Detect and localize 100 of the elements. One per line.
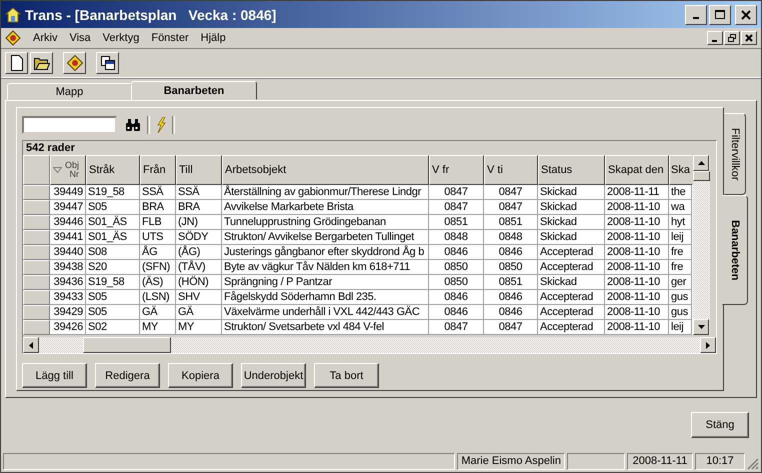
table-cell: 2008-11-10 [605,275,669,290]
table-cell: S19_58 [86,185,140,200]
table-cell: SHV [176,290,222,305]
table-cell: 39441 [50,230,86,245]
resize-grip-icon[interactable] [747,458,759,470]
table-cell: 39447 [50,200,86,215]
diamond-button[interactable] [63,52,86,74]
close-dialog-button[interactable]: Stäng [691,412,749,438]
column-header[interactable]: V fr [429,155,484,185]
table-cell: gus [669,290,692,305]
table-cell: 39440 [50,245,86,260]
row-header[interactable] [23,275,50,290]
scroll-thumb[interactable] [83,337,171,353]
menu-item[interactable]: Hjälp [200,32,226,44]
minimize-button[interactable] [685,4,707,24]
tab[interactable]: Banarbeten [131,81,257,100]
action-button[interactable]: Ta bort [314,363,379,388]
table-cell: 0847 [429,200,484,215]
table-cell: 0848 [484,230,538,245]
action-button[interactable]: Kopiera [168,363,233,388]
table-cell: MY [140,320,176,335]
row-header[interactable] [23,305,50,320]
horizontal-scrollbar[interactable] [23,337,716,353]
column-header[interactable]: Till [176,155,222,185]
table-cell: 39433 [50,290,86,305]
table-cell: S01_ÄS [86,215,140,230]
menu-item[interactable]: Arkiv [33,32,58,44]
table-cell: 2008-11-11 [605,185,669,200]
column-header[interactable]: Från [140,155,176,185]
app-icon [5,6,21,22]
row-header[interactable] [23,320,50,335]
table-cell: Skickad [538,275,605,290]
scroll-thumb[interactable] [693,171,710,181]
table-cell: 39446 [50,215,86,230]
menu-item[interactable]: Visa [69,32,91,44]
lightning-icon[interactable] [156,117,166,133]
table-cell: S01_ÄS [86,230,140,245]
vertical-scrollbar[interactable] [693,155,710,335]
right-arrow-icon [706,342,710,348]
table-cell: Skickad [538,230,605,245]
table-cell: 39436 [50,275,86,290]
close-button[interactable] [735,4,757,24]
row-header[interactable] [23,230,50,245]
table-cell: Skickad [538,185,605,200]
left-arrow-icon [29,342,33,348]
table-cell: 2008-11-10 [605,200,669,215]
table-cell: 39429 [50,305,86,320]
column-header[interactable]: Arbetsobjekt [222,155,429,185]
table-cell: fre [669,260,692,275]
table-cell: Växelvärme underhåll i VXL 442/443 GÄC [222,305,429,320]
row-count: 542 rader [25,141,76,155]
side-tab[interactable]: Banarbeten [722,195,748,305]
table-cell: 39449 [50,185,86,200]
row-header[interactable] [23,245,50,260]
restore-button[interactable] [724,31,740,45]
table-cell: S05 [86,200,140,215]
table-cell: FLB [140,215,176,230]
column-header[interactable]: Ska [669,155,692,185]
tab[interactable]: Mapp [7,83,132,100]
column-header[interactable]: Skapat den [605,155,669,185]
table-cell: S08 [86,245,140,260]
row-header[interactable] [23,215,50,230]
menu-item[interactable]: Verktyg [102,32,140,44]
minimize-icon [693,17,699,19]
table-cell: Skickad [538,215,605,230]
column-header[interactable]: Obj Nr [50,155,86,185]
table-cell: gus [669,305,692,320]
new-file-button[interactable] [5,52,28,74]
row-header[interactable] [23,290,50,305]
action-button[interactable]: Lägg till [22,363,87,388]
table-cell: 2008-11-10 [605,290,669,305]
maximize-button[interactable] [709,4,731,24]
windows-button[interactable] [96,52,119,74]
binoculars-icon[interactable] [125,118,141,132]
row-header[interactable] [23,200,50,215]
close-button[interactable] [741,31,757,45]
column-header[interactable]: Stråk [86,155,140,185]
status-panel [567,453,625,470]
table-cell: (HÖN) [176,275,222,290]
row-header[interactable] [23,185,50,200]
action-button[interactable]: Redigera [95,363,160,388]
down-arrow-icon [698,325,704,329]
table-cell: 0847 [484,320,538,335]
table-cell: 0846 [429,305,484,320]
table-cell: BRA [140,200,176,215]
status-user: Marie Eismo Aspelin [457,453,565,470]
side-tab[interactable]: Filtervillkor [724,113,746,195]
minimize-button[interactable] [707,31,723,45]
column-header[interactable]: V ti [484,155,538,185]
status-time: 10:17 [695,453,745,470]
open-folder-button[interactable] [30,52,53,74]
menu-item[interactable]: Fönster [151,32,189,44]
table-cell: SSÄ [176,185,222,200]
search-field[interactable] [22,116,117,134]
row-header[interactable] [23,260,50,275]
table-cell: S02 [86,320,140,335]
restore-icon [728,34,736,42]
action-button[interactable]: Underobjekt [241,363,306,388]
diamond-icon [66,55,82,71]
column-header[interactable]: Status [538,155,605,185]
